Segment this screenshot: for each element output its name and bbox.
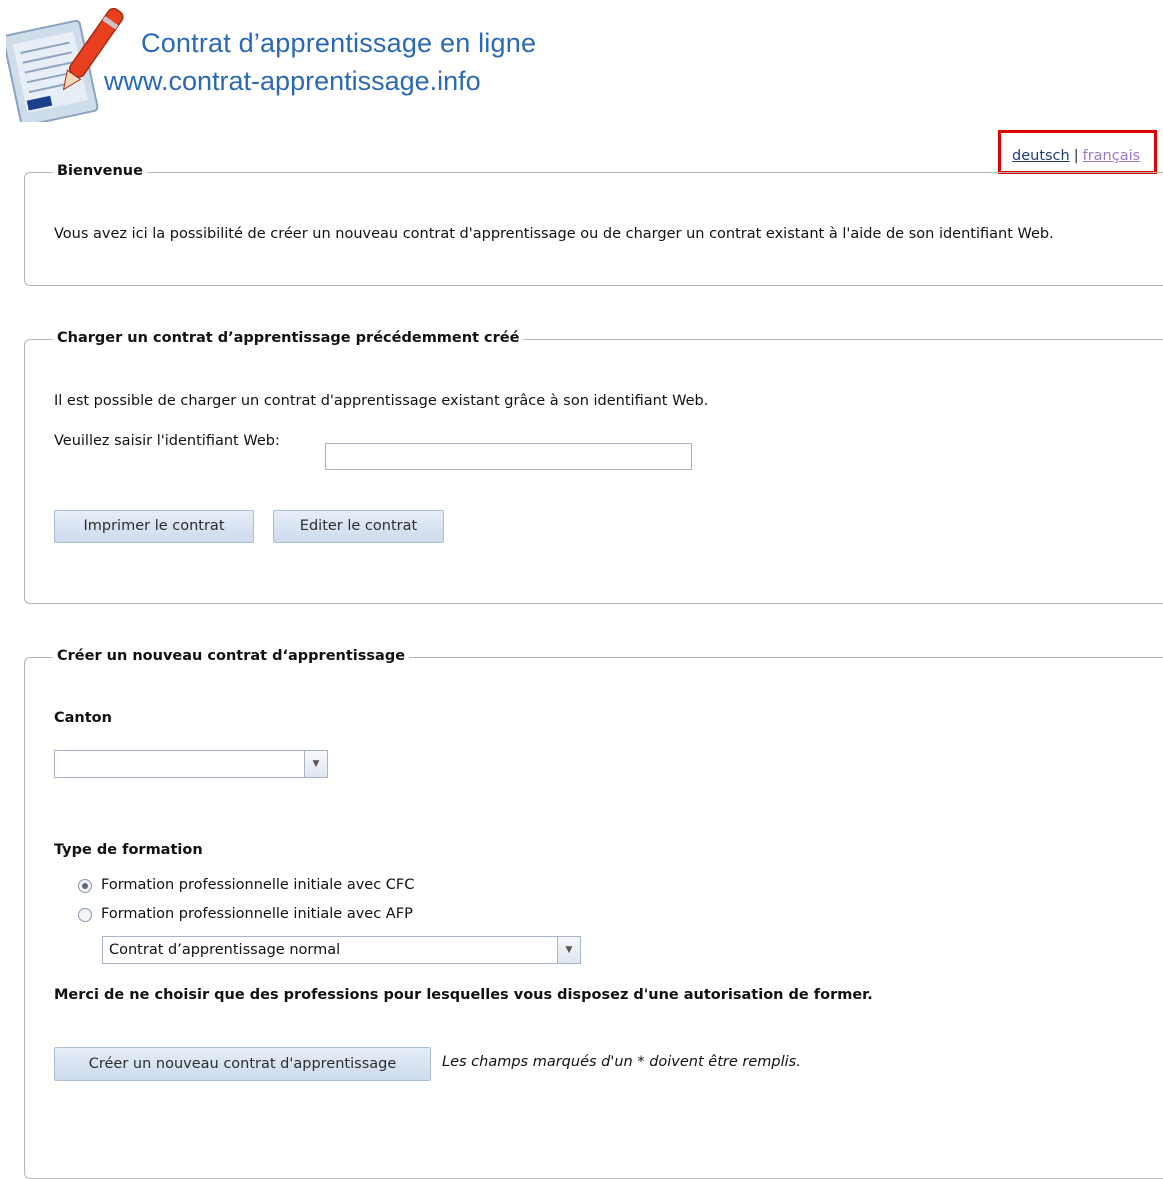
language-link-deutsch[interactable]: deutsch bbox=[1012, 148, 1070, 164]
welcome-section: Bienvenue Vous avez ici la possibilité d… bbox=[24, 163, 1163, 286]
edit-contract-button[interactable]: Editer le contrat bbox=[273, 510, 444, 543]
web-id-label: Veuillez saisir l'identifiant Web: bbox=[54, 433, 280, 449]
welcome-legend: Bienvenue bbox=[53, 163, 147, 179]
app-logo-icon bbox=[6, 7, 124, 122]
create-legend: Créer un nouveau contrat d‘apprentissage bbox=[53, 648, 410, 664]
canton-label: Canton bbox=[54, 710, 112, 726]
language-switcher: deutsch | français bbox=[998, 130, 1157, 174]
app-title: Contrat d’apprentissage en ligne bbox=[141, 28, 537, 58]
chevron-down-icon[interactable]: ▼ bbox=[557, 937, 580, 963]
load-legend: Charger un contrat d’apprentissage précé… bbox=[53, 330, 524, 346]
load-description: Il est possible de charger un contrat d'… bbox=[54, 393, 709, 409]
language-separator: | bbox=[1073, 148, 1079, 164]
print-contract-button[interactable]: Imprimer le contrat bbox=[54, 510, 254, 543]
training-type-label: Type de formation bbox=[54, 842, 203, 858]
radio-cfc-label[interactable]: Formation professionnelle initiale avec … bbox=[101, 877, 414, 893]
contract-type-value: Contrat d’apprentissage normal bbox=[109, 942, 341, 958]
load-contract-section: Charger un contrat d’apprentissage précé… bbox=[24, 330, 1163, 604]
radio-afp-label[interactable]: Formation professionnelle initiale avec … bbox=[101, 906, 413, 922]
contract-type-select[interactable]: Contrat d’apprentissage normal ▼ bbox=[102, 936, 581, 964]
create-contract-section: Créer un nouveau contrat d‘apprentissage… bbox=[24, 648, 1163, 1179]
app-url: www.contrat-apprentissage.info bbox=[104, 66, 481, 96]
profession-notice: Merci de ne choisir que des professions … bbox=[54, 987, 873, 1003]
create-contract-button[interactable]: Créer un nouveau contrat d'apprentissage bbox=[54, 1047, 431, 1081]
radio-cfc[interactable] bbox=[78, 879, 92, 893]
required-fields-note: Les champs marqués d'un * doivent être r… bbox=[442, 1054, 801, 1070]
welcome-text: Vous avez ici la possibilité de créer un… bbox=[54, 226, 1054, 242]
canton-select[interactable]: ▼ bbox=[54, 750, 328, 778]
chevron-down-icon[interactable]: ▼ bbox=[304, 751, 327, 777]
radio-afp[interactable] bbox=[78, 908, 92, 922]
web-id-input[interactable] bbox=[325, 443, 692, 470]
language-link-francais[interactable]: français bbox=[1083, 148, 1141, 164]
